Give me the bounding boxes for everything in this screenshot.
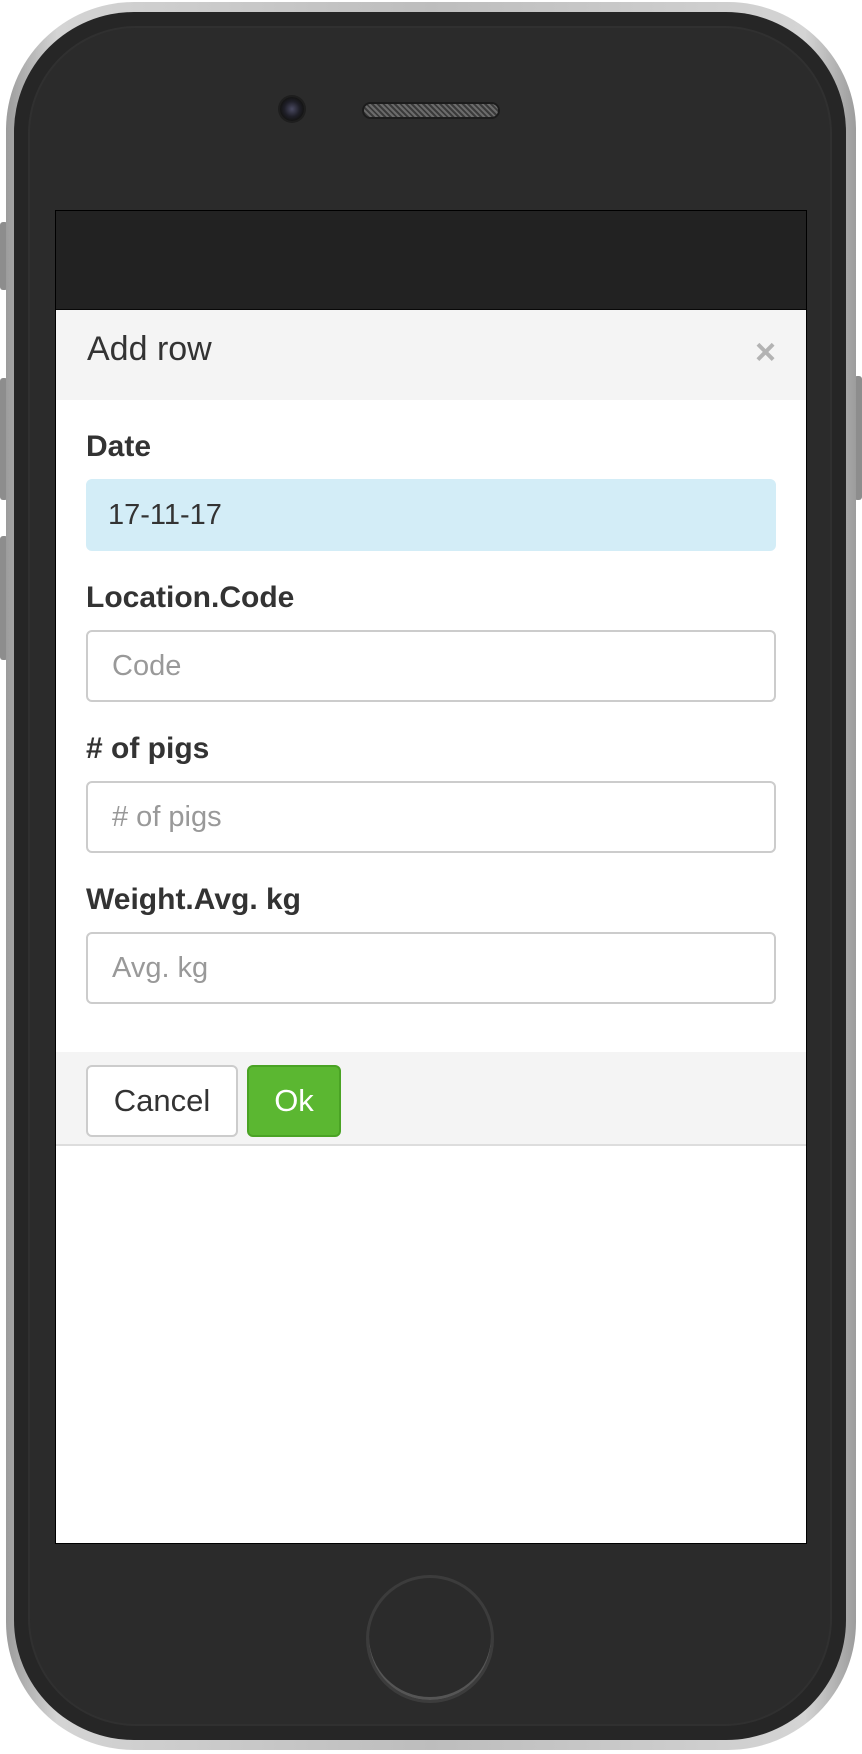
ok-button[interactable]: Ok: [247, 1065, 341, 1137]
pigs-label: # of pigs: [86, 732, 210, 765]
front-camera-icon: [280, 97, 304, 121]
weight-field-group: Weight.Avg. kg: [86, 883, 776, 1004]
home-button[interactable]: [366, 1575, 494, 1703]
modal-footer: Cancel Ok: [56, 1052, 806, 1146]
modal-title: Add row: [87, 330, 212, 368]
weight-label: Weight.Avg. kg: [86, 883, 302, 916]
modal-header: Add row ×: [56, 310, 806, 400]
location-code-label: Location.Code: [86, 581, 295, 614]
device-frame: Add row × Date Location.Code # of pigs W…: [0, 0, 862, 1754]
location-code-input[interactable]: [86, 630, 776, 702]
pigs-field-group: # of pigs: [86, 732, 776, 853]
date-input[interactable]: [86, 479, 776, 551]
location-code-field-group: Location.Code: [86, 581, 776, 702]
weight-input[interactable]: [86, 932, 776, 1004]
cancel-button[interactable]: Cancel: [86, 1065, 238, 1137]
date-field-group: Date: [86, 430, 776, 551]
phone-screen: Add row × Date Location.Code # of pigs W…: [55, 210, 807, 1544]
app-top-bar: [56, 211, 806, 310]
date-label: Date: [86, 430, 152, 463]
close-icon[interactable]: ×: [755, 334, 776, 370]
pigs-input[interactable]: [86, 781, 776, 853]
earpiece-speaker: [364, 104, 498, 117]
modal-body: Date Location.Code # of pigs Weight.Avg.…: [56, 400, 806, 1052]
